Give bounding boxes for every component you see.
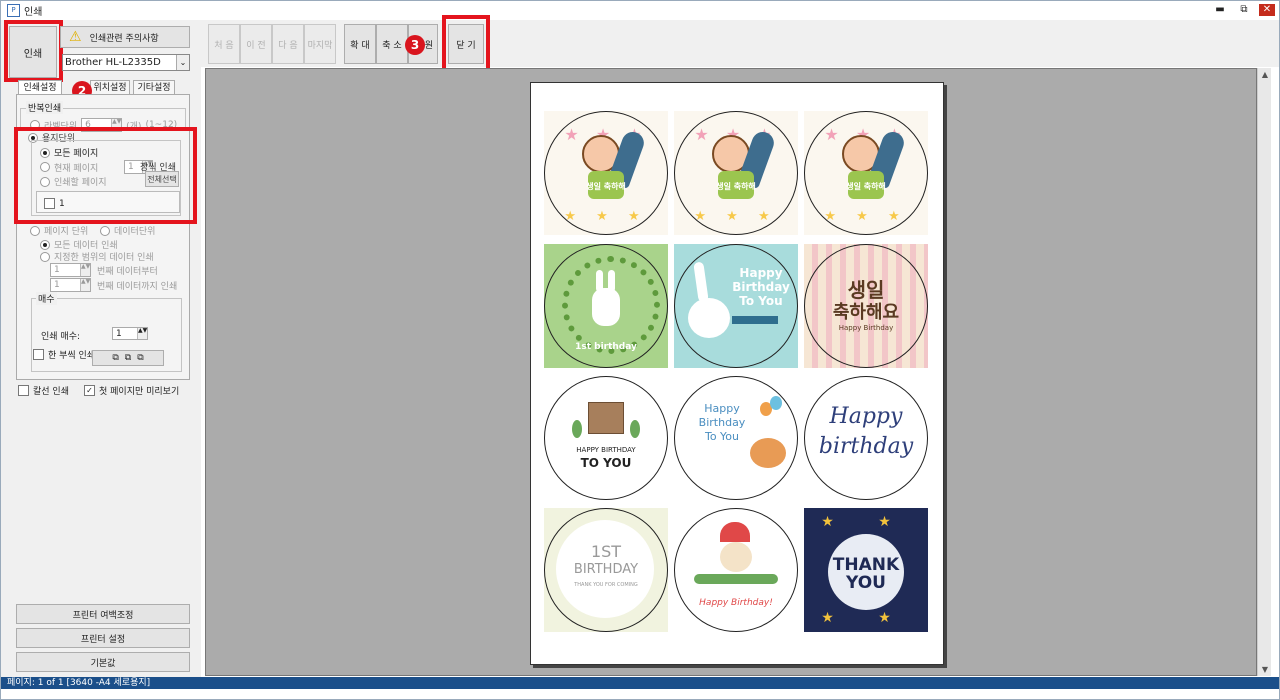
first-page-row: ✓ 첫 페이지만 미리보기 — [84, 384, 179, 397]
restore-button[interactable]: ⧉ — [1237, 4, 1251, 16]
notice-label: 인쇄관련 주의사항 — [89, 33, 159, 44]
from-input[interactable]: 1 ▲▼ — [50, 263, 91, 277]
title-bar: P 인쇄 ▬ ⧉ ✕ — [1, 1, 1279, 19]
first-page-button[interactable]: 처 음 — [208, 24, 240, 64]
cut-line-row: 칼선 인쇄 — [18, 384, 69, 397]
scroll-up-icon[interactable]: ▲ — [1258, 70, 1272, 79]
cut-line-checkbox[interactable] — [18, 385, 29, 396]
printer-value: Brother HL-L2335D series( — [65, 57, 161, 68]
warning-icon: ⚠ — [69, 29, 82, 45]
defaults-button[interactable]: 기본값 — [16, 652, 190, 672]
prev-page-button[interactable]: 이 전 — [240, 24, 272, 64]
page-unit-label: 페이지 단위 — [44, 227, 89, 237]
first-page-checkbox[interactable]: ✓ — [84, 385, 95, 396]
sticker-boy-rocket: ★ ★ ★ 생일 축하해 ★ ★ ★ — [674, 111, 798, 235]
cut-line-label: 칼선 인쇄 — [33, 387, 69, 397]
annotation-badge-3: 3 — [405, 35, 425, 55]
sticker-rabbit-hat: Happy Birthday! — [674, 508, 798, 632]
zoom-in-button[interactable]: 확 대 — [344, 24, 376, 64]
collate-icon-c: ⧉ — [137, 353, 144, 363]
sticker-calligraphy: 생일 축하해요 Happy Birthday — [804, 244, 928, 368]
copies-group-title: 매수 — [36, 292, 57, 305]
next-page-button[interactable]: 다 음 — [272, 24, 304, 64]
tab-print-settings[interactable]: 인쇄설정 — [18, 80, 62, 94]
one-by-one-checkbox[interactable] — [33, 349, 44, 360]
printer-settings-button[interactable]: 프린터 설정 — [16, 628, 190, 648]
range-data-radio[interactable] — [40, 251, 50, 262]
minimize-button[interactable]: ▬ — [1213, 4, 1227, 16]
collate-icon-a: ⧉ — [112, 353, 119, 363]
zoom-out-button[interactable]: 축 소 — [376, 24, 408, 64]
to-input[interactable]: 1 ▲▼ — [50, 278, 91, 292]
sticker-boy-rocket: ★ ★ ★ 생일 축하해 ★ ★ ★ — [804, 111, 928, 235]
highlight-range-group — [14, 127, 197, 224]
page-unit-radio[interactable] — [30, 225, 40, 236]
highlight-print-button — [4, 20, 63, 82]
printer-margin-button[interactable]: 프린터 여백조정 — [16, 604, 190, 624]
chevron-down-icon: ⌄ — [176, 55, 189, 70]
close-window-button[interactable]: ✕ — [1259, 4, 1275, 16]
from-label: 번째 데이터부터 — [97, 266, 158, 277]
range-data-row: 지정한 범위의 데이터 인쇄 — [40, 250, 154, 263]
sticker-12-text: THANK YOU — [832, 555, 900, 593]
sticker-bunny-birthday: Happy Birthday To You — [674, 244, 798, 368]
printer-select[interactable]: Brother HL-L2335D series( ⌄ — [62, 54, 190, 71]
status-bar: 페이지: 1 of 1 [3640 -A4 세로용지] — [1, 677, 1279, 689]
to-row: 1 ▲▼ 번째 데이터까지 인쇄 — [50, 278, 177, 292]
sticker-first-birthday: 1ST BIRTHDAY THANK YOU FOR COMING — [544, 508, 668, 632]
sticker-bunny-wreath: 1st birthday — [544, 244, 668, 368]
all-data-radio[interactable] — [40, 239, 50, 250]
vertical-scrollbar[interactable]: ▲ ▼ — [1257, 68, 1271, 676]
scroll-down-icon[interactable]: ▼ — [1258, 665, 1272, 674]
collate-icon-b: ⧉ — [124, 353, 132, 363]
repeat-group-title: 반복인쇄 — [26, 101, 64, 114]
tab-other-settings[interactable]: 기타설정 — [133, 80, 175, 94]
data-unit-label: 데이터단위 — [114, 227, 156, 237]
copies-label: 인쇄 매수: — [41, 332, 81, 342]
notice-button[interactable]: ⚠ 인쇄관련 주의사항 — [60, 26, 190, 48]
one-by-one-label: 한 부씩 인쇄 — [48, 351, 96, 361]
last-page-button[interactable]: 마지막 — [304, 24, 336, 64]
from-row: 1 ▲▼ 번째 데이터부터 — [50, 263, 158, 277]
copies-input[interactable]: 1 ▲▼ — [112, 327, 148, 340]
app-icon: P — [7, 3, 20, 17]
sticker-gift-box: HAPPY BIRTHDAY TO YOU — [544, 376, 668, 500]
one-by-one-row: 한 부씩 인쇄 — [33, 348, 95, 361]
to-label: 번째 데이터까지 인쇄 — [97, 281, 178, 292]
window-title: 인쇄 — [24, 6, 43, 18]
range-data-label: 지정한 범위의 데이터 인쇄 — [54, 253, 154, 263]
tab-position-settings[interactable]: 위치설정 — [90, 80, 130, 94]
data-unit-radio[interactable] — [100, 225, 110, 236]
collate-order-button[interactable]: ⧉ ⧉ ⧉ — [92, 350, 164, 366]
sticker-thank-you: ★ ★ THANK YOU ★ ★ — [804, 508, 928, 632]
sticker-hedgehog: Happy Birthday To You — [674, 376, 798, 500]
page-unit-row: 페이지 단위 데이터단위 — [30, 224, 155, 237]
first-page-label: 첫 페이지만 미리보기 — [99, 387, 180, 397]
sticker-happy-birthday-script: Happy birthday — [804, 376, 928, 500]
sticker-boy-rocket: ★ ★ ★ 생일 축하해 ★ ★ ★ — [544, 111, 668, 235]
